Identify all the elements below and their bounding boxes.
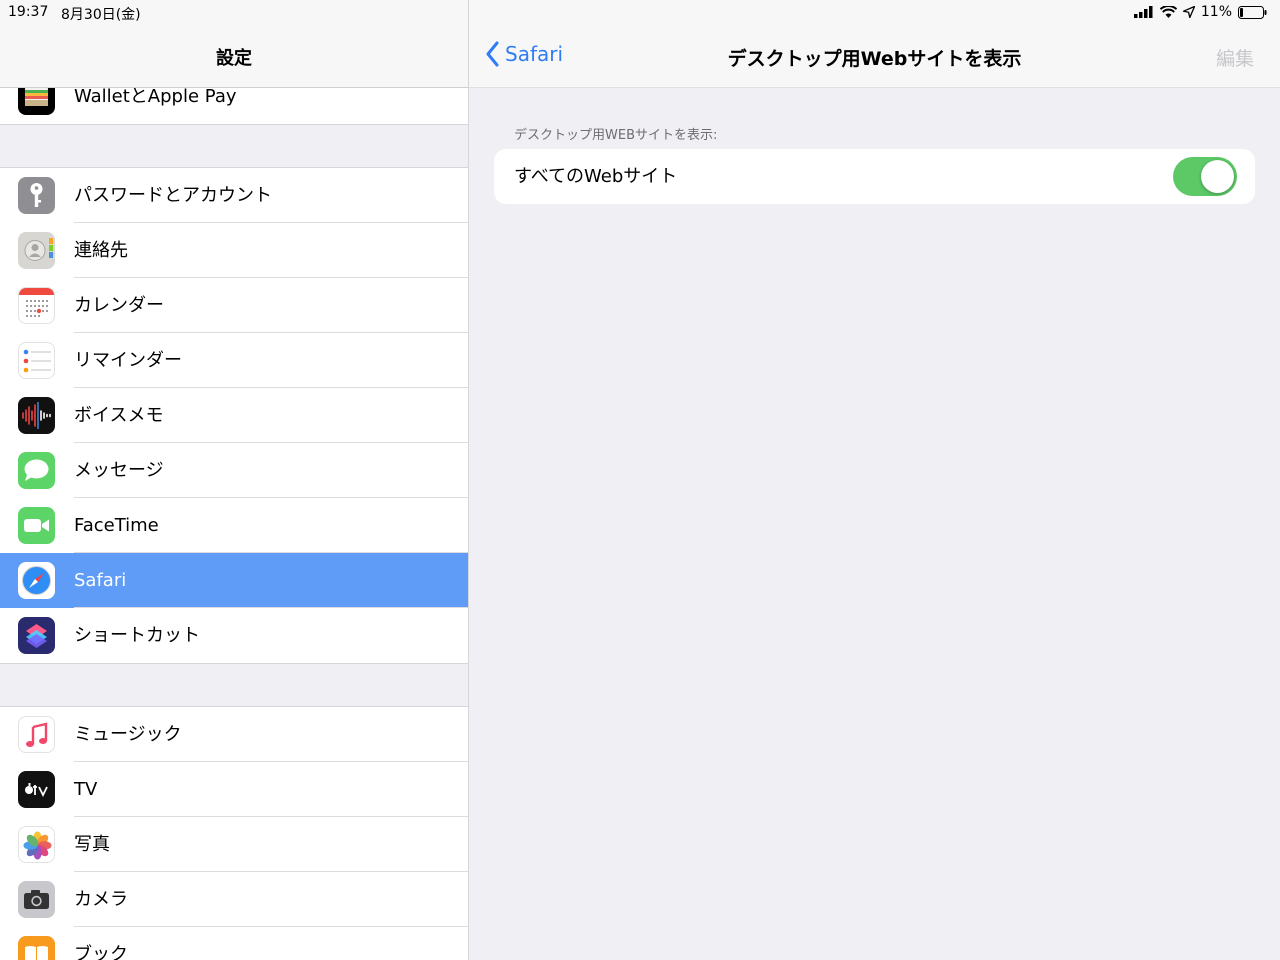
- battery-percent: 11%: [1200, 4, 1232, 20]
- key-icon: [18, 177, 55, 214]
- detail-pane: Safari デスクトップ用Webサイトを表示 編集 デスクトップ用WEBサイト…: [469, 0, 1280, 960]
- sidebar-item-books[interactable]: ブック: [0, 927, 468, 960]
- sidebar-item-reminders[interactable]: リマインダー: [0, 333, 468, 388]
- battery-icon: [1238, 5, 1267, 19]
- all-websites-toggle[interactable]: [1173, 157, 1237, 196]
- music-icon: [18, 716, 55, 753]
- sidebar-item-safari[interactable]: Safari: [0, 553, 468, 608]
- sidebar-item-label: Safari: [74, 570, 127, 591]
- sidebar-item-label: ボイスメモ: [74, 405, 164, 426]
- voice-memos-icon: [18, 397, 55, 434]
- sidebar-item-calendar[interactable]: カレンダー: [0, 278, 468, 333]
- sidebar-item-label: ショートカット: [74, 625, 200, 646]
- contacts-icon: [18, 232, 55, 269]
- sidebar-item-label: パスワードとアカウント: [74, 185, 272, 206]
- sidebar-item-label: ミュージック: [74, 724, 182, 745]
- messages-icon: [18, 452, 55, 489]
- sidebar-item-facetime[interactable]: FaceTime: [0, 498, 468, 553]
- reminders-icon: [18, 342, 55, 379]
- tv-icon: [18, 771, 55, 808]
- edit-button[interactable]: 編集: [1216, 44, 1254, 71]
- safari-icon: [18, 562, 55, 599]
- calendar-icon: [18, 287, 55, 324]
- sidebar-item-label: リマインダー: [74, 350, 182, 371]
- wifi-icon: [1159, 6, 1177, 18]
- sidebar-item-music[interactable]: ミュージック: [0, 707, 468, 762]
- settings-group-apps: パスワードとアカウント 連絡先 カレンダー リマインダー ボイスメモ メッセージ…: [0, 167, 468, 664]
- sidebar-item-tv[interactable]: TV: [0, 762, 468, 817]
- sidebar-item-label: カメラ: [74, 889, 128, 910]
- sidebar-item-camera[interactable]: カメラ: [0, 872, 468, 927]
- page-title: デスクトップ用Webサイトを表示: [727, 48, 1022, 70]
- sidebar-item-voice-memos[interactable]: ボイスメモ: [0, 388, 468, 443]
- status-bar: 19:37 8月30日(金) 11%: [0, 0, 1280, 24]
- status-date: 8月30日(金): [61, 7, 141, 23]
- toggle-knob: [1201, 160, 1234, 193]
- sidebar-item-label: 連絡先: [74, 240, 128, 261]
- sidebar-title: 設定: [216, 48, 252, 69]
- sidebar-item-messages[interactable]: メッセージ: [0, 443, 468, 498]
- facetime-icon: [18, 507, 55, 544]
- status-time: 19:37: [8, 4, 49, 20]
- sidebar-item-label: メッセージ: [74, 460, 164, 481]
- signal-icon: [1133, 6, 1153, 18]
- shortcuts-icon: [18, 617, 55, 654]
- books-icon: [18, 936, 55, 960]
- sidebar-item-shortcuts[interactable]: ショートカット: [0, 608, 468, 663]
- settings-group-media: ミュージック TV 写真 カメラ ブック: [0, 706, 468, 960]
- status-right: 11%: [1133, 4, 1268, 20]
- sidebar-item-label: 写真: [74, 834, 110, 855]
- section-header: デスクトップ用WEBサイトを表示:: [514, 128, 718, 143]
- location-icon: [1182, 6, 1195, 18]
- sidebar-item-label: FaceTime: [74, 515, 159, 536]
- sidebar-item-photos[interactable]: 写真: [0, 817, 468, 872]
- photos-icon: [18, 826, 55, 863]
- settings-sidebar: 設定 WalletとApple Pay パスワードとアカウント 連絡先 カレンダ…: [0, 0, 469, 960]
- sidebar-item-label: TV: [74, 779, 98, 800]
- camera-icon: [18, 881, 55, 918]
- sidebar-item-contacts[interactable]: 連絡先: [0, 223, 468, 278]
- sidebar-item-label: ブック: [74, 944, 128, 960]
- setting-row-all-websites: すべてのWebサイト: [494, 149, 1255, 204]
- setting-label: すべてのWebサイト: [514, 166, 678, 187]
- sidebar-item-passwords[interactable]: パスワードとアカウント: [0, 168, 468, 223]
- sidebar-item-label: カレンダー: [74, 295, 164, 316]
